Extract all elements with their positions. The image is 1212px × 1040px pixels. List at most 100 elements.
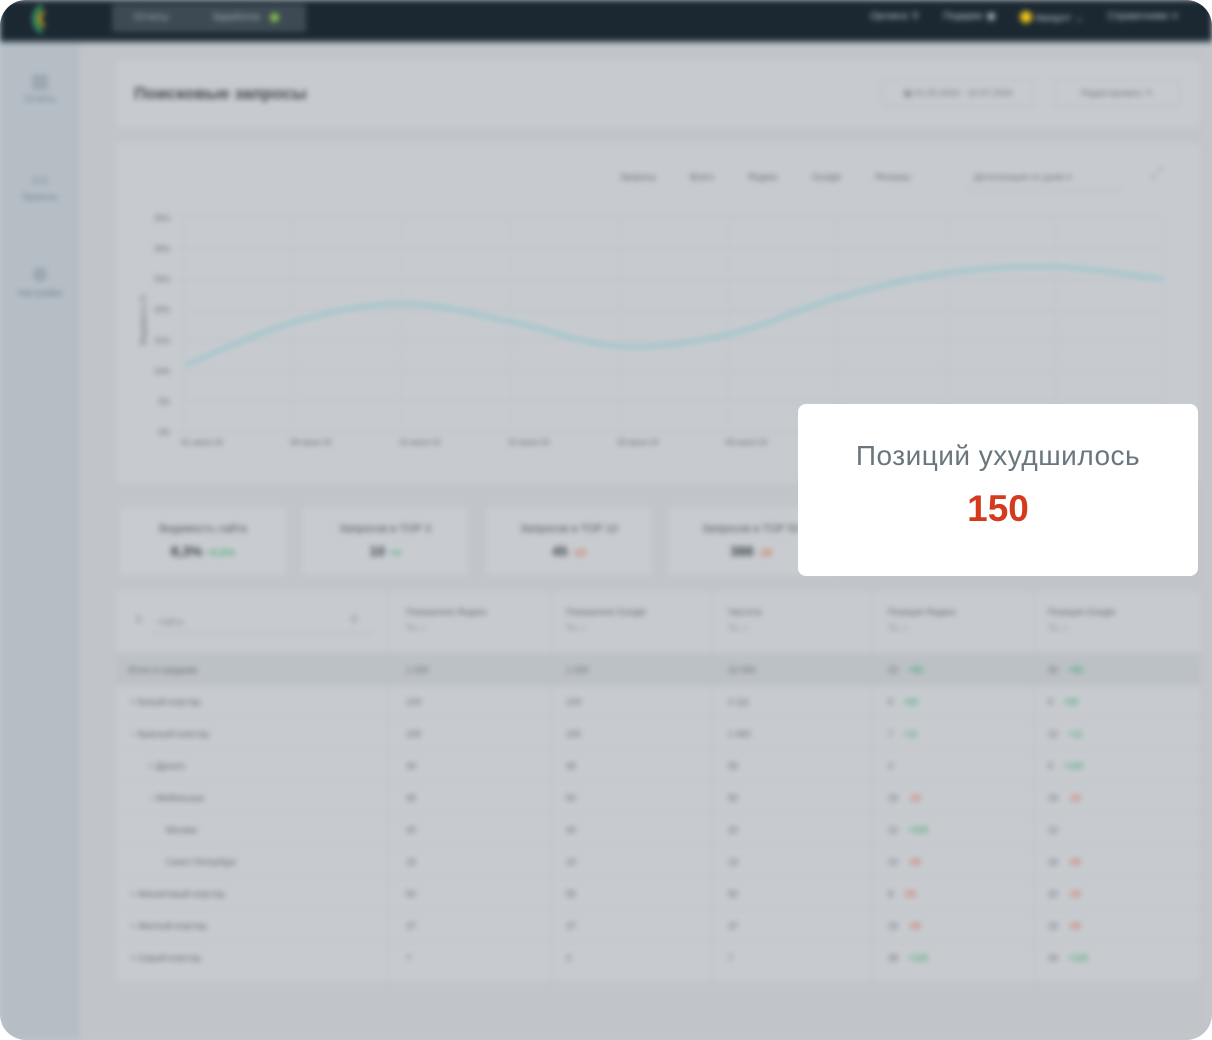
cell-value: 103: [566, 697, 582, 707]
sidebar-item-label: Настройки: [17, 288, 63, 298]
sidebar-item-reports[interactable]: ▤ Отчёты: [0, 71, 80, 104]
table-row[interactable]: Санкт-Петербург 15 10 13 10 -40 16 -40: [116, 845, 1200, 878]
row-name: Москва: [166, 825, 197, 835]
cell-value: 50: [406, 889, 417, 899]
cell-value: 30: [1048, 665, 1059, 675]
position-change: -10: [908, 793, 922, 803]
position-change: +80: [1068, 665, 1084, 675]
cell-value: 23: [888, 665, 899, 675]
table-header: ⇕ Найти ⚲ Показатели Яндекс Тз ↓↑ Показат…: [116, 591, 1200, 653]
column-title: Частота: [728, 607, 762, 617]
search-placeholder: Найти: [158, 617, 184, 627]
table-row[interactable]: − Мебельные 45 50 50 15 -10 24 -10: [116, 781, 1200, 814]
table-row[interactable]: + Серый кластер 7 3 7 28 +100 34 +100: [116, 941, 1200, 974]
cell-value: 100: [566, 729, 582, 739]
expand-toggle-icon[interactable]: +: [130, 953, 138, 963]
expand-toggle-icon[interactable]: +: [148, 761, 156, 771]
cell-value: 50: [566, 793, 577, 803]
y-tick-label: 5%: [158, 397, 170, 406]
col-yandex-metrics[interactable]: Показатели Яндекс Тз ↓↑: [406, 607, 487, 633]
data-point: [946, 272, 948, 274]
column-sort[interactable]: Тз ↓↑: [406, 623, 487, 633]
tab-reports[interactable]: Отчеты: [134, 12, 169, 23]
data-point: [620, 345, 622, 347]
sidebar-item-label: Отчёты: [24, 94, 56, 104]
toplink-label: Оргкиса: [870, 11, 908, 22]
col-yandex-position[interactable]: Позиция Яндекс Тз ↓↑: [888, 607, 956, 633]
settings-icon: ⚙: [31, 265, 49, 285]
column-sort[interactable]: Тз ↓↑: [566, 623, 646, 633]
table-row[interactable]: + Желтый кластер 37 37 37 15 -40 23 -40: [116, 909, 1200, 942]
cell-value: 5: [1048, 761, 1054, 771]
tab-earnings[interactable]: Заработок: [212, 12, 260, 23]
table-row[interactable]: − Красный кластер 105 100 1 400 7 +11 12 +11: [116, 717, 1200, 750]
date-range-picker[interactable]: ▦ 01.05.2024 - 15.07.2024: [882, 79, 1034, 107]
search-icon[interactable]: ⚲: [350, 613, 358, 626]
table-cell: 28 +100: [888, 953, 928, 963]
position-change: -40: [908, 921, 922, 931]
kpi-change: -10: [571, 548, 587, 559]
expand-toggle-icon[interactable]: +: [130, 889, 138, 899]
row-name-text: Итого в среднем: [128, 665, 198, 675]
cell-value: 23: [1048, 921, 1059, 931]
cell-value: 37: [406, 921, 417, 931]
table-row[interactable]: Москва 20 40 20 12 +200 12: [116, 813, 1200, 846]
logo-icon[interactable]: [28, 4, 50, 34]
search-icon: ⚲: [911, 11, 920, 22]
column-sort[interactable]: Тз ↓↑: [728, 623, 761, 633]
tab-status-dot: [270, 13, 279, 22]
edit-button[interactable]: Редактировать ✎: [1054, 79, 1180, 107]
data-point: [728, 333, 730, 335]
sidebar-item-projects[interactable]: ▭ Проекты: [0, 169, 80, 202]
position-change: -10: [1068, 793, 1082, 803]
cell-value: 10: [888, 857, 899, 867]
cell-value: 16: [1048, 857, 1059, 867]
menu-icon: ≡: [1172, 11, 1178, 22]
cell-value: 7: [888, 729, 894, 739]
cell-value: 1 400: [728, 729, 751, 739]
cell-value: 7: [728, 953, 734, 963]
kpi-value: 10: [369, 543, 386, 559]
column-sort[interactable]: Тз ↓↑: [1048, 623, 1115, 633]
col-frequency[interactable]: Частота Тз ↓↑: [728, 607, 761, 633]
y-tick-label: 10%: [154, 367, 170, 376]
cell-value: 34: [406, 761, 417, 771]
position-change: +11: [903, 729, 918, 739]
table-row[interactable]: + Фиолетовый кластер 50 55 50 8 -20 20 -20: [116, 877, 1200, 910]
column-title: Показатели Яндекс: [406, 607, 488, 617]
expand-toggle-icon[interactable]: −: [130, 729, 138, 739]
stat-popup: Позиций ухудшилось 150: [798, 404, 1198, 576]
position-change: +100: [1063, 761, 1084, 771]
table-row-total[interactable]: Итого в среднем 1 200 1 200 10 000 23 +80 30 +8…: [116, 653, 1200, 686]
row-name: + Белый кластер: [130, 697, 200, 707]
expand-toggle-icon[interactable]: +: [130, 921, 138, 931]
column-sort[interactable]: Тз ↓↑: [888, 623, 956, 633]
table-cell: 2: [888, 761, 903, 771]
x-tick-label: 06 июля 24: [726, 438, 768, 447]
search-input[interactable]: Найти: [152, 611, 372, 634]
y-tick-label: 30%: [154, 245, 170, 254]
cell-value: 13: [728, 857, 739, 867]
table-cell: 5 +60: [888, 697, 918, 707]
sidebar-item-label: Проекты: [21, 192, 59, 202]
expand-all-icon[interactable]: ⇕: [134, 613, 143, 626]
table-row[interactable]: + Белый кластер 103 103 2 111 5 +60 5 +90: [116, 685, 1200, 718]
col-google-position[interactable]: Позиция Google Тз ↓↑: [1048, 607, 1115, 633]
expand-toggle-icon[interactable]: −: [148, 793, 156, 803]
table-row[interactable]: + Дронго 34 45 55 2 5 +100: [116, 749, 1200, 782]
row-name: Итого в среднем: [128, 665, 197, 675]
sidebar-item-settings[interactable]: ⚙ Настройки: [0, 265, 80, 298]
toplink-account[interactable]: Аккаунт ⌄: [1019, 11, 1084, 24]
cell-value: 103: [406, 697, 422, 707]
data-point: [294, 321, 296, 323]
col-google-metrics[interactable]: Показатели Google Тз ↓↑: [566, 607, 646, 633]
expand-toggle-icon[interactable]: +: [130, 697, 138, 707]
cell-value: 12: [888, 825, 899, 835]
toplink-reference[interactable]: Справочники ≡: [1108, 11, 1178, 24]
toplink-gifts[interactable]: Подарки ▣: [943, 11, 996, 24]
toplink-search[interactable]: Оргкиса ⚲: [870, 11, 919, 24]
table-cell: 3: [566, 953, 571, 963]
cell-value: 50: [728, 793, 739, 803]
cell-value: 15: [888, 921, 899, 931]
row-name-text: Белый кластер: [137, 697, 201, 707]
